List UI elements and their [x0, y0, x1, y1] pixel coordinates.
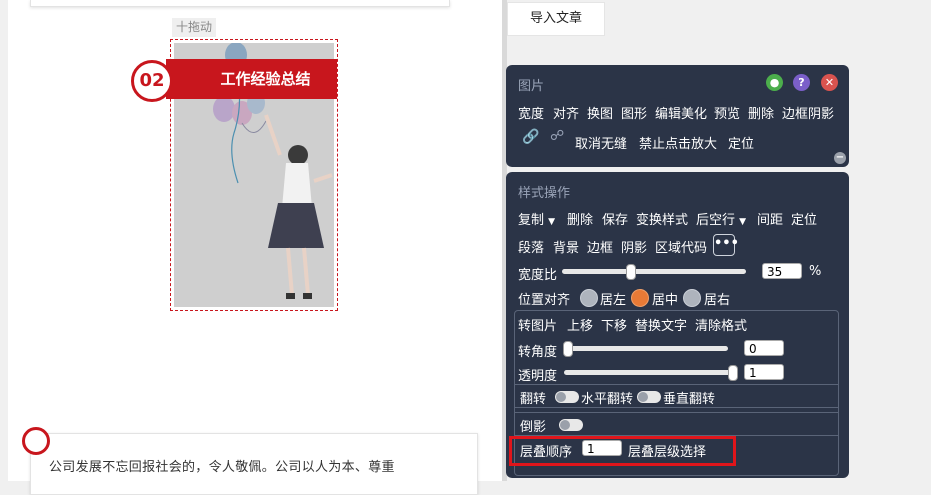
- link-icon[interactable]: 🔗: [522, 129, 539, 145]
- align-label: 位置对齐: [518, 293, 571, 308]
- section-title: 工作经验总结: [220, 70, 311, 88]
- lock-icon[interactable]: ●: [766, 74, 783, 91]
- image-panel: 图片 ● ? ✕ 宽度 对齐 换图 图形 编辑美化 预览 删除 边框阴影 🔗 ☍…: [506, 65, 849, 167]
- width-ratio-unit: %: [809, 264, 822, 279]
- help-icon[interactable]: ?: [793, 74, 810, 91]
- caret-down-icon: ▼: [548, 217, 556, 227]
- copy-label: 复制: [518, 213, 545, 228]
- section-title-bar: 工作经验总结: [166, 59, 337, 99]
- vertical-flip-label: 垂直翻转: [663, 392, 716, 407]
- transform-style-button[interactable]: 变换样式: [636, 209, 688, 228]
- width-ratio-label: 宽度比: [518, 268, 558, 283]
- paragraph-button[interactable]: 段落: [518, 237, 544, 256]
- drag-handle[interactable]: 十拖动: [172, 18, 217, 37]
- replace-text-button[interactable]: 替换文字: [635, 315, 687, 334]
- tool-position[interactable]: 定位: [728, 133, 754, 152]
- paragraph-block[interactable]: 公司发展不忘回报社会的，令人敬佩。公司以人为本、尊重: [30, 433, 478, 495]
- tool-replace-image[interactable]: 换图: [587, 103, 613, 122]
- move-down-button[interactable]: 下移: [601, 315, 627, 334]
- border-button[interactable]: 边框: [587, 237, 613, 256]
- width-ratio-slider[interactable]: [562, 269, 746, 274]
- ring-decoration-icon: [22, 427, 50, 455]
- opacity-slider-handle[interactable]: [728, 365, 738, 381]
- opacity-input[interactable]: 1: [744, 364, 784, 380]
- after-blank-button[interactable]: 后空行 ▼: [696, 209, 746, 228]
- reflection-label: 倒影: [520, 420, 547, 435]
- align-right-radio[interactable]: [683, 289, 701, 307]
- tool-edit-beautify[interactable]: 编辑美化: [655, 103, 707, 122]
- paragraph-text: 公司发展不忘回报社会的，令人敬佩。公司以人为本、尊重: [49, 460, 395, 475]
- more-icon[interactable]: •••: [713, 234, 739, 256]
- width-ratio-input[interactable]: 35: [762, 263, 802, 279]
- align-left-radio[interactable]: [580, 289, 598, 307]
- tool-delete[interactable]: 删除: [748, 103, 774, 122]
- style-panel-title: 样式操作: [518, 186, 571, 201]
- caret-down-icon: ▼: [739, 217, 747, 227]
- horizontal-flip-label: 水平翻转: [581, 392, 634, 407]
- style-panel: 样式操作 复制 ▼ 删除 保存 变换样式 后空行 ▼ 间距 定位 段落 背景 边…: [506, 172, 849, 478]
- opacity-slider[interactable]: [564, 370, 736, 375]
- close-icon[interactable]: ✕: [821, 74, 838, 91]
- vertical-flip-toggle[interactable]: [637, 391, 661, 403]
- tool-preview[interactable]: 预览: [714, 103, 740, 122]
- region-code-button[interactable]: 区域代码: [655, 237, 707, 256]
- rotate-slider-handle[interactable]: [563, 341, 573, 357]
- position-button[interactable]: 定位: [791, 209, 817, 228]
- rotate-slider[interactable]: [564, 346, 728, 351]
- tool-cancel-seamless[interactable]: 取消无缝: [575, 133, 627, 152]
- clear-format-button[interactable]: 清除格式: [695, 315, 747, 334]
- previous-block: [30, 0, 450, 7]
- flip-label: 翻转: [520, 392, 547, 407]
- unlink-icon[interactable]: ☍: [550, 128, 564, 144]
- rotate-label: 转角度: [518, 345, 558, 360]
- image-panel-title: 图片: [518, 79, 545, 94]
- reflection-toggle[interactable]: [559, 419, 583, 431]
- tool-align[interactable]: 对齐: [553, 103, 579, 122]
- convert-image-button[interactable]: 转图片: [518, 315, 557, 334]
- delete-button[interactable]: 删除: [567, 209, 593, 228]
- align-center-label[interactable]: 居中: [652, 289, 678, 308]
- opacity-label: 透明度: [518, 369, 558, 384]
- after-blank-label: 后空行: [696, 213, 736, 228]
- align-left-label[interactable]: 居左: [600, 289, 626, 308]
- spacing-button[interactable]: 间距: [757, 209, 783, 228]
- align-right-label[interactable]: 居右: [704, 289, 730, 308]
- tool-shape[interactable]: 图形: [621, 103, 647, 122]
- highlight-box: [509, 436, 736, 466]
- copy-button[interactable]: 复制 ▼: [518, 209, 555, 228]
- background-button[interactable]: 背景: [553, 237, 579, 256]
- import-article-button[interactable]: 导入文章: [507, 2, 605, 36]
- move-up-button[interactable]: 上移: [567, 315, 593, 334]
- save-button[interactable]: 保存: [602, 209, 628, 228]
- shadow-button[interactable]: 阴影: [621, 237, 647, 256]
- horizontal-flip-toggle[interactable]: [555, 391, 579, 403]
- tool-width[interactable]: 宽度: [518, 103, 544, 122]
- tool-border-shadow[interactable]: 边框阴影: [782, 103, 834, 122]
- tool-disable-zoom[interactable]: 禁止点击放大: [639, 133, 717, 152]
- width-ratio-slider-handle[interactable]: [626, 264, 636, 280]
- section-number-badge: 02: [131, 60, 173, 102]
- rotate-input[interactable]: 0: [744, 340, 784, 356]
- align-center-radio[interactable]: [631, 289, 649, 307]
- collapse-icon[interactable]: −: [834, 152, 846, 164]
